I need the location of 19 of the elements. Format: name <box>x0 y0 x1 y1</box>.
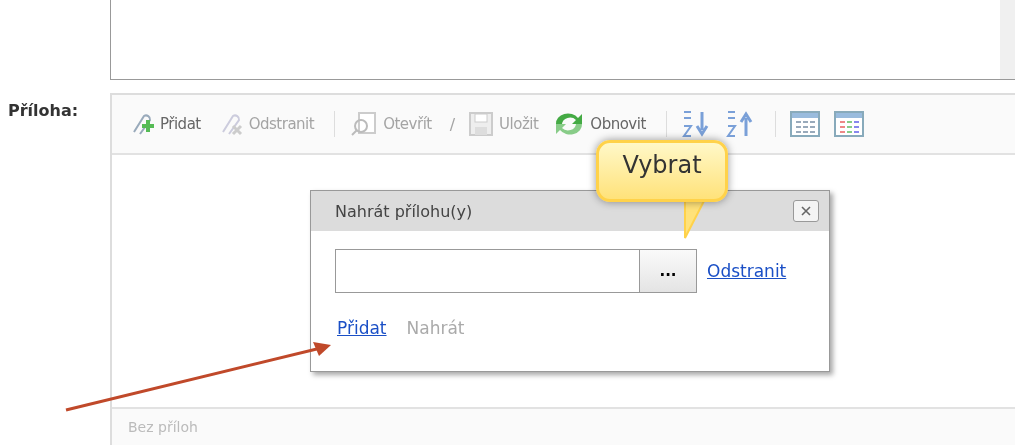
tooltip: Vybrat <box>596 140 728 202</box>
table-icon[interactable] <box>789 111 820 137</box>
toolbar-button[interactable]: Přidat <box>126 110 201 138</box>
toolbar-icon <box>467 110 496 138</box>
dialog-title: Nahrát přílohu(y) <box>335 201 473 221</box>
attachment-label: Příloha: <box>7 100 80 122</box>
close-icon <box>800 205 812 217</box>
scrollbar[interactable] <box>1000 0 1015 79</box>
sort-descending-icon[interactable] <box>724 109 755 139</box>
sort-ascending-icon[interactable] <box>680 109 711 139</box>
file-field[interactable] <box>335 249 640 293</box>
status-text: Bez příloh <box>112 407 1015 445</box>
remove-link[interactable]: Odstranit <box>707 261 787 281</box>
colored-table-icon[interactable] <box>833 111 864 137</box>
close-button[interactable] <box>793 200 819 222</box>
toolbar-button[interactable]: Obnovit <box>552 110 646 138</box>
browse-button[interactable]: ... <box>640 249 697 293</box>
toolbar-slash: / <box>449 114 456 134</box>
dialog-action-link[interactable]: Přidat <box>337 318 387 338</box>
